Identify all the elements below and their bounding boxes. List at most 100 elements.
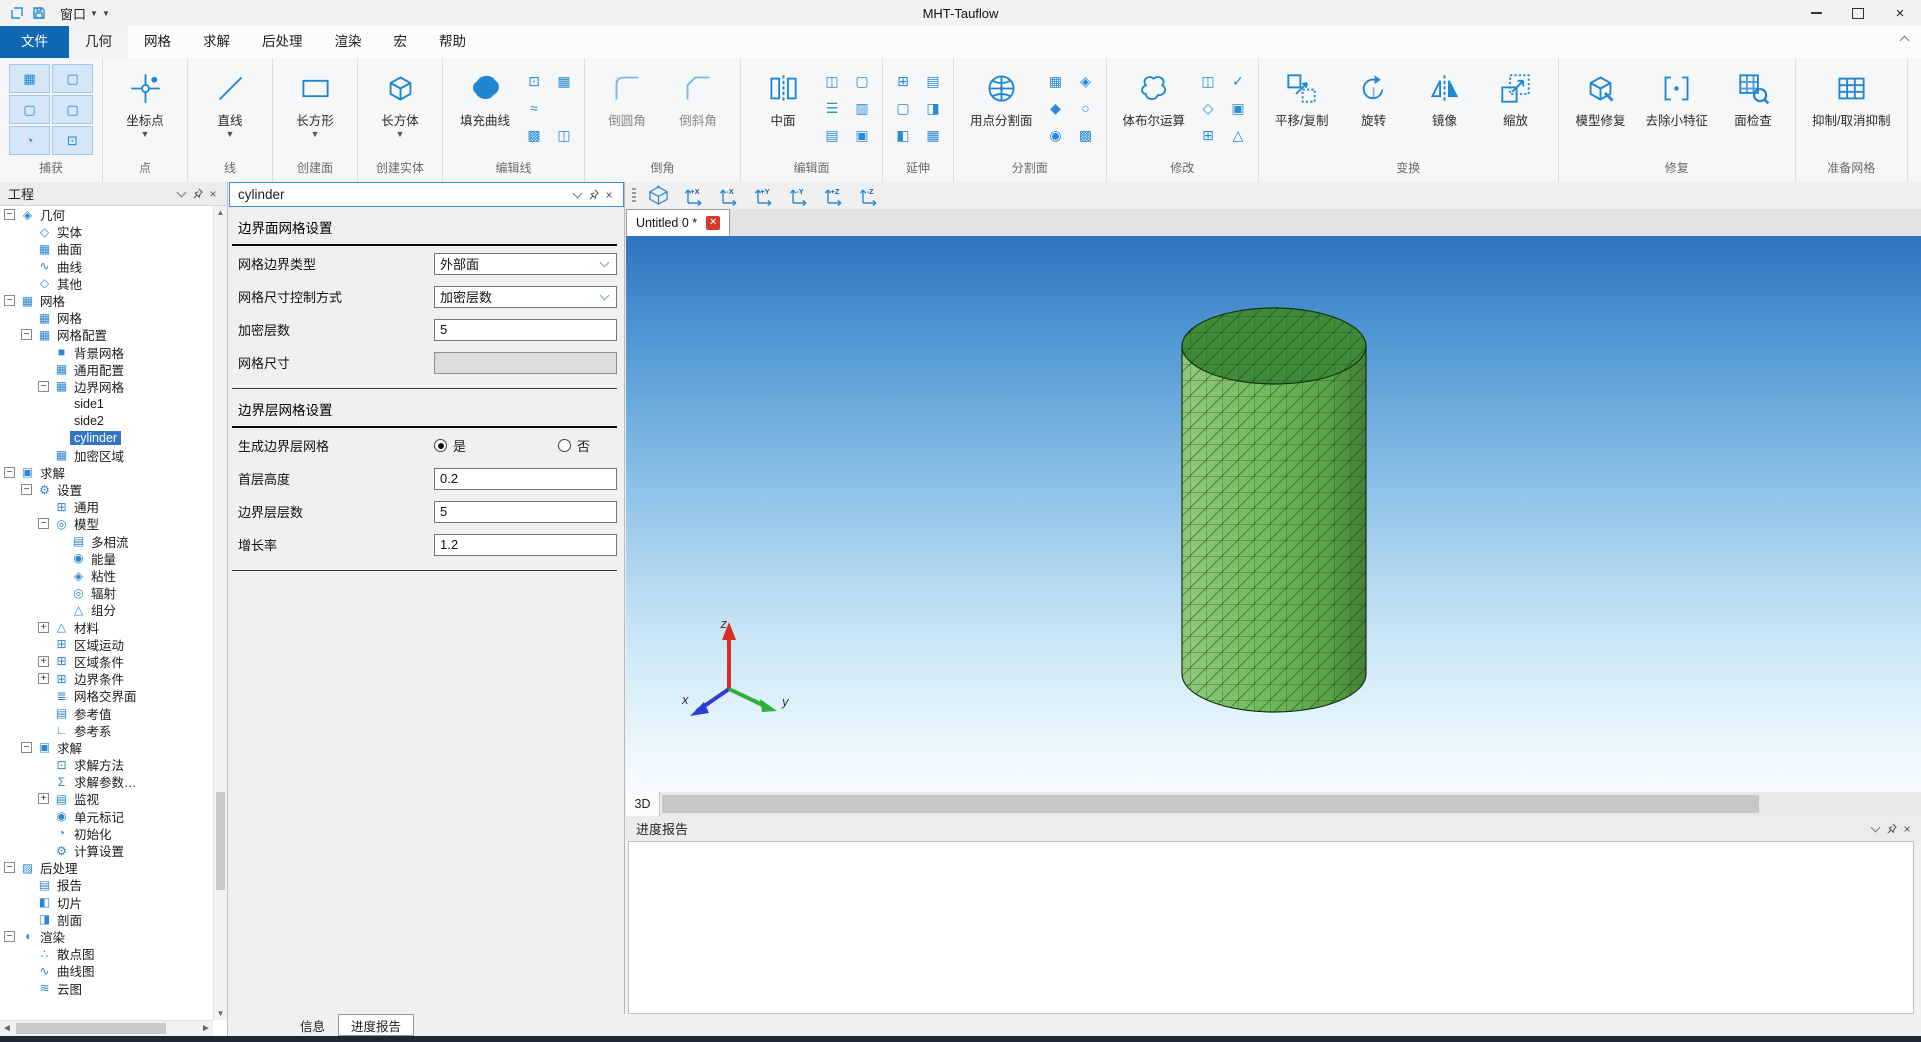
ribbon-button-坐标点[interactable]: 坐标点▼ (112, 58, 178, 139)
tree-item-切片[interactable]: ◧切片 (0, 894, 213, 911)
small-tool-icon[interactable]: ▤ (821, 122, 843, 149)
tree-item-其他[interactable]: ◇其他 (0, 275, 213, 292)
small-tool-icon[interactable]: ▣ (1227, 95, 1249, 122)
menu-item-宏[interactable]: 宏 (378, 26, 424, 58)
input-增长率[interactable]: 1.2 (434, 534, 617, 556)
arc-snap-icon[interactable]: ◔ (9, 126, 50, 155)
new-project-icon[interactable] (10, 6, 24, 20)
tree-item-能量[interactable]: ◉能量 (0, 550, 213, 567)
menu-item-帮助[interactable]: 帮助 (423, 26, 482, 58)
tree-item-监视[interactable]: +▤监视 (0, 790, 213, 807)
tree-item-side2[interactable]: side2 (0, 412, 213, 429)
tree-item-求解参数…[interactable]: Σ求解参数… (0, 773, 213, 790)
small-tool-icon[interactable]: ▣ (851, 122, 873, 149)
menu-item-几何[interactable]: 几何 (69, 26, 128, 58)
radio-option-是[interactable]: 是 (434, 436, 466, 455)
small-tool-icon[interactable]: ▤ (922, 68, 944, 95)
tree-item-曲线[interactable]: ∿曲线 (0, 258, 213, 275)
tree-item-通用配置[interactable]: ▦通用配置 (0, 361, 213, 378)
collapse-icon[interactable]: − (38, 381, 49, 392)
small-tool-icon[interactable]: ▦ (1045, 68, 1067, 95)
axis-view-button-+Z[interactable]: +Z (819, 184, 847, 208)
small-tool-icon[interactable]: ▦ (922, 122, 944, 149)
small-tool-icon[interactable]: ▩ (1075, 122, 1097, 149)
ribbon-button-缩放[interactable]: 缩放 (1483, 58, 1549, 129)
collapse-icon[interactable]: − (38, 518, 49, 529)
face-snap-icon[interactable]: ▢ (9, 95, 50, 124)
properties-header[interactable]: cylinder × (229, 182, 624, 207)
grid-snap-icon[interactable]: ▦ (9, 64, 50, 93)
tree-item-网格[interactable]: −▦网格 (0, 292, 213, 309)
select-网格尺寸控制方式[interactable]: 加密层数 (434, 286, 617, 308)
close-tab-icon[interactable]: ✕ (706, 216, 720, 230)
tree-item-曲面[interactable]: ▦曲面 (0, 240, 213, 257)
panel-chevron-icon[interactable] (569, 187, 585, 203)
radio-option-否[interactable]: 否 (558, 436, 590, 455)
viewport-hscrollbar[interactable] (660, 792, 1921, 816)
small-tool-icon[interactable]: ◆ (1045, 95, 1067, 122)
input-边界层层数[interactable]: 5 (434, 501, 617, 523)
toolbar-drag-handle[interactable] (632, 188, 636, 204)
tree-item-加密区域[interactable]: ▦加密区域 (0, 447, 213, 464)
tree-item-网格配置[interactable]: −▦网格配置 (0, 326, 213, 343)
plane-snap-icon[interactable]: ▢ (52, 64, 93, 93)
small-tool-icon[interactable]: ✓ (1227, 68, 1249, 95)
tree-item-背景网格[interactable]: ■背景网格 (0, 344, 213, 361)
small-tool-icon[interactable]: ▩ (523, 122, 545, 149)
menu-item-后处理[interactable]: 后处理 (246, 26, 319, 58)
ribbon-button-抑制/取消抑制[interactable]: 抑制/取消抑制 (1805, 58, 1897, 129)
small-tool-icon[interactable]: ◨ (922, 95, 944, 122)
scroll-right-icon[interactable]: ► (199, 1021, 213, 1036)
small-tool-icon[interactable]: ☰ (821, 95, 843, 122)
iso-view-button[interactable] (645, 184, 672, 208)
small-tool-icon[interactable]: ▦ (553, 68, 575, 95)
tree-item-剖面[interactable]: ◨剖面 (0, 911, 213, 928)
expand-icon[interactable]: + (38, 793, 49, 804)
panel-chevron-icon[interactable] (173, 186, 189, 202)
dock-tab-进度报告[interactable]: 进度报告 (338, 1014, 414, 1036)
pin-icon[interactable] (1883, 821, 1899, 837)
ribbon-button-面检查[interactable]: 面检查 (1720, 58, 1786, 129)
select-网格边界类型[interactable]: 外部面 (434, 253, 617, 275)
tree-item-模型[interactable]: −◎模型 (0, 515, 213, 532)
close-panel-icon[interactable]: × (1899, 821, 1915, 837)
close-panel-icon[interactable]: × (205, 186, 221, 202)
collapse-icon[interactable]: − (4, 467, 15, 478)
scroll-thumb[interactable] (216, 792, 225, 890)
collapse-icon[interactable]: − (4, 295, 15, 306)
tree-item-区域条件[interactable]: +⊞区域条件 (0, 653, 213, 670)
toolbar-options-icon[interactable]: ▼ (102, 9, 110, 18)
ribbon-button-用点分割面[interactable]: 用点分割面 (963, 58, 1040, 129)
small-tool-icon[interactable]: ◧ (892, 122, 914, 149)
ribbon-button-倒圆角[interactable]: 倒圆角 (594, 58, 660, 129)
collapse-ribbon-icon[interactable] (1897, 32, 1911, 46)
input-首层高度[interactable]: 0.2 (434, 468, 617, 490)
tree-item-网格交界面[interactable]: ≣网格交界面 (0, 687, 213, 704)
menu-item-渲染[interactable]: 渲染 (319, 26, 378, 58)
tree-item-边界网格[interactable]: −▦边界网格 (0, 378, 213, 395)
small-tool-icon[interactable]: ▢ (892, 95, 914, 122)
tree-item-计算设置[interactable]: ⚙计算设置 (0, 842, 213, 859)
tree-item-材料[interactable]: +△材料 (0, 619, 213, 636)
menu-item-网格[interactable]: 网格 (128, 26, 187, 58)
pin-icon[interactable] (189, 186, 205, 202)
small-tool-icon[interactable]: ⊞ (1197, 122, 1219, 149)
collapse-icon[interactable]: − (4, 862, 15, 873)
tree-item-曲线图[interactable]: ∿曲线图 (0, 962, 213, 979)
tree-item-报告[interactable]: ▤报告 (0, 876, 213, 893)
collapse-icon[interactable]: − (21, 742, 32, 753)
axis-view-button-+Y[interactable]: +Y (749, 184, 777, 208)
small-tool-icon[interactable]: ⊞ (892, 68, 914, 95)
tree-item-求解[interactable]: −▣求解 (0, 739, 213, 756)
center-snap-icon[interactable]: ⊡ (52, 126, 93, 155)
tree-item-通用[interactable]: ⊞通用 (0, 498, 213, 515)
small-tool-icon[interactable]: ◇ (1197, 95, 1219, 122)
ribbon-button-旋转[interactable]: 旋转 (1341, 58, 1407, 129)
tree-vscrollbar[interactable]: ▲ ▼ (213, 206, 227, 1020)
ribbon-button-变量[interactable]: x变量 (1917, 58, 1921, 129)
tree-item-渲染[interactable]: −◖渲染 (0, 928, 213, 945)
ribbon-button-长方体[interactable]: 长方体▼ (367, 58, 433, 139)
ribbon-button-去除小特征[interactable]: 去除小特征 (1639, 58, 1716, 129)
dock-tab-信息[interactable]: 信息 (287, 1014, 338, 1036)
axis-view-button--Y[interactable]: -Y (784, 184, 812, 208)
